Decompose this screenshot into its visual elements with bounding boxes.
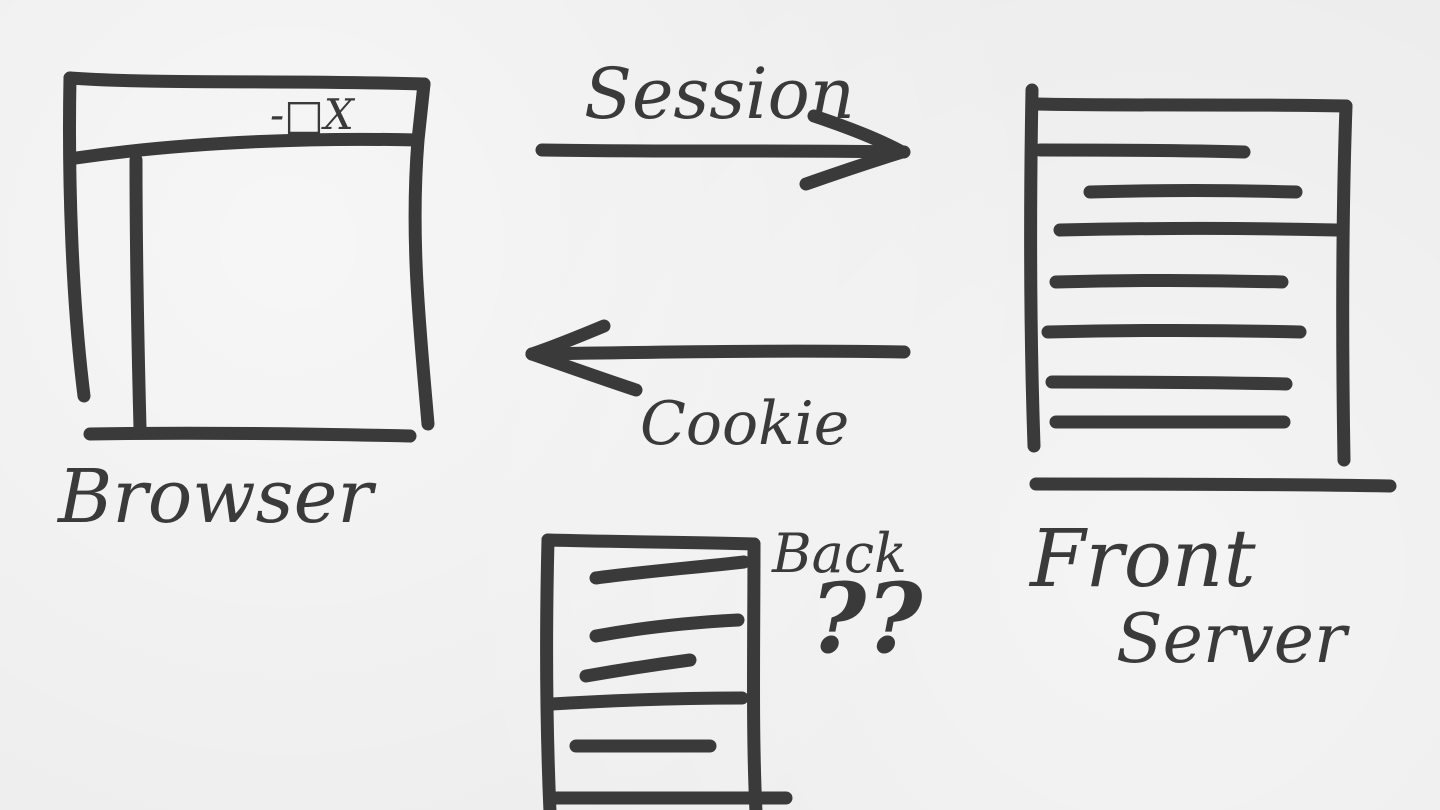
browser-window-controls: -□X [270, 90, 356, 139]
front-server-label-line2: Server [1116, 600, 1350, 679]
browser-label: Browser [56, 454, 377, 540]
back-server-icon [540, 533, 793, 810]
cookie-arrow [525, 319, 911, 397]
front-server-label-line1: Front [1028, 512, 1256, 605]
cookie-edge-label: Cookie [640, 389, 849, 459]
front-server-icon [1024, 83, 1397, 493]
back-server-question-marks: ?? [810, 562, 923, 675]
sketch-diagram: -□X Browser Session Cookie Front Server … [56, 53, 1397, 810]
browser-window-icon: -□X [63, 71, 435, 443]
diagram-canvas: -□X Browser Session Cookie Front Server … [0, 0, 1440, 810]
